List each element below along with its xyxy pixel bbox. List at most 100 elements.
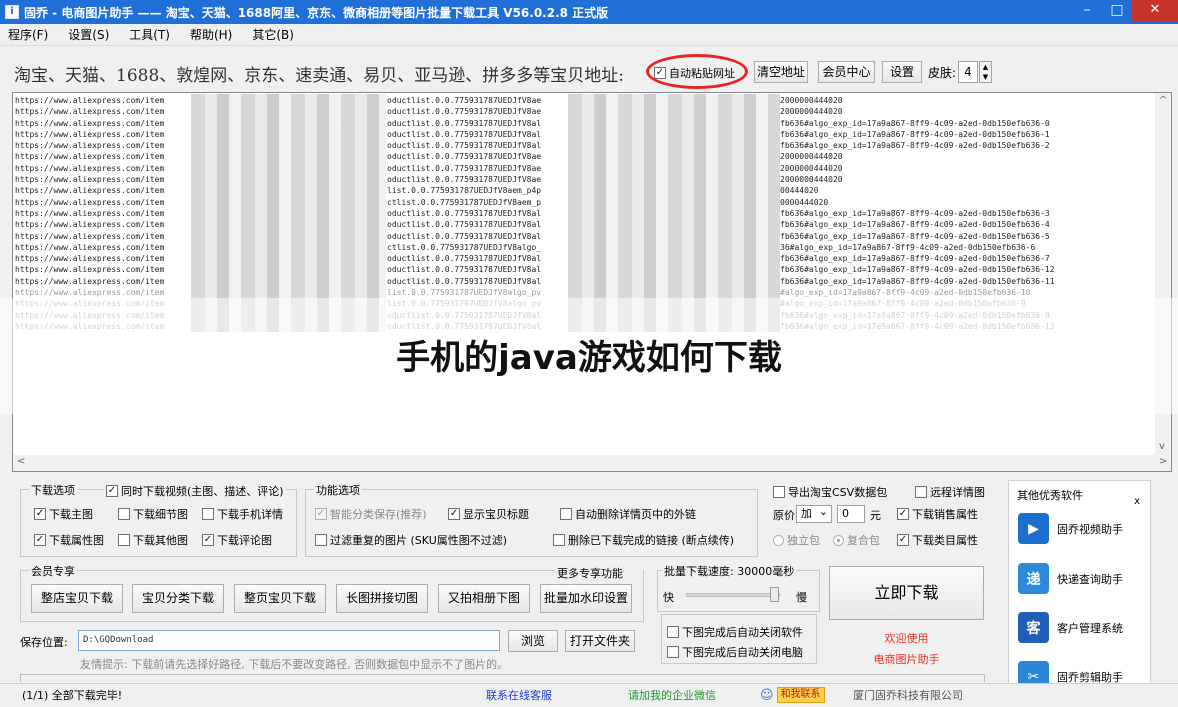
side-item-crm[interactable]: 客 客户管理系统 [1018,612,1123,643]
url-suffix: 2000000444020 [780,163,843,173]
auto-close-app-check[interactable] [667,626,679,638]
download-main-check[interactable]: ✓ [34,508,46,520]
category-download-button[interactable]: 宝贝分类下载 [132,584,224,613]
download-attr-check[interactable]: ✓ [34,534,46,546]
shop-download-button[interactable]: 整店宝贝下载 [31,584,123,613]
url-textarea[interactable]: https://www.aliexpress.com/item oductlist… [12,92,1172,472]
download-review-check[interactable]: ✓ [202,534,214,546]
filter-duplicates-option[interactable]: 过滤重复的图片 (SKU属性图不过滤) [315,532,507,548]
skin-input[interactable]: 4 [958,61,978,83]
auto-shutdown-check[interactable] [667,646,679,658]
delete-finished-check[interactable] [553,534,565,546]
download-attr-option[interactable]: ✓ 下载属性图 [34,532,104,548]
long-image-button[interactable]: 长图拼接切图 [336,584,428,613]
category-attr-option[interactable]: ✓ 下载类目属性 [897,532,978,548]
download-video-check[interactable]: ✓ [106,485,118,497]
download-video-option[interactable]: ✓ 同时下载视频(主图、描述、评论) [104,483,286,499]
price-operator-select[interactable]: 加 ⌄ [796,505,832,523]
scroll-up-icon[interactable]: ^ [1159,95,1167,106]
close-icon[interactable]: x [1134,496,1140,507]
smart-category-option[interactable]: ✓ 智能分类保存(推荐) [315,506,427,522]
side-item-video[interactable]: ▶ 固乔视频助手 [1018,513,1123,544]
download-mobile-label: 下载手机详情 [217,508,283,521]
skin-spinner[interactable]: ▲ ▼ [979,61,992,83]
download-other-option[interactable]: 下载其他图 [118,532,188,548]
remote-detail-check[interactable] [915,486,927,498]
scroll-right-icon[interactable]: > [1159,456,1167,467]
download-detail-option[interactable]: 下载细节图 [118,506,188,522]
composite-package-radio[interactable]: 复合包 [833,532,880,548]
download-mobile-check[interactable] [202,508,214,520]
price-value-input[interactable]: 0 [837,505,865,523]
member-center-button[interactable]: 会员中心 [818,61,875,83]
member-group: 会员专享 更多专享功能>>> 整店宝贝下载 宝贝分类下载 整页宝贝下载 长图拼接… [20,563,644,622]
url-suffix: fb636#algo_exp_id=17a9a867-8ff9-4c09-a2e… [780,276,1055,286]
remote-detail-label: 远程详情图 [930,486,985,499]
remove-links-check[interactable] [560,508,572,520]
url-line: https://www.aliexpress.com/itemoductlist… [15,95,1055,106]
url-line: https://www.aliexpress.com/itemoductlist… [15,208,1055,219]
minimize-button[interactable]: – [1072,0,1102,22]
export-csv-option[interactable]: 导出淘宝CSV数据包 [773,484,887,500]
remote-detail-option[interactable]: 远程详情图 [915,484,985,500]
url-suffix: fb636#algo_exp_id=17a9a867-8ff9-4c09-a2e… [780,254,1050,264]
save-path-input[interactable]: D:\GQDownload [78,630,500,651]
close-button[interactable]: ✕ [1132,0,1178,22]
delete-finished-option[interactable]: 删除已下载完成的链接 (断点续传) [553,532,734,548]
sales-attr-option[interactable]: ✓ 下载销售属性 [897,506,978,522]
auto-close-app-option[interactable]: 下图完成后自动关闭软件 [667,624,803,640]
show-title-check[interactable]: ✓ [448,508,460,520]
filter-duplicates-check[interactable] [315,534,327,546]
contact-me-button[interactable]: ☺ 和我联系 [760,687,825,703]
settings-button[interactable]: 设置 [882,61,922,83]
sales-attr-check[interactable]: ✓ [897,508,909,520]
category-attr-check[interactable]: ✓ [897,534,909,546]
youpai-download-button[interactable]: 又拍相册下图 [438,584,530,613]
url-line: https://www.aliexpress.com/item ctlist.0.… [15,197,1055,208]
url-line: https://www.aliexpress.com/itemoductlist… [15,276,1055,287]
auto-shutdown-option[interactable]: 下图完成后自动关闭电脑 [667,644,803,660]
smiley-icon: ☺ [760,687,774,703]
download-now-button[interactable]: 立即下载 [829,566,984,620]
clear-address-button[interactable]: 清空地址 [754,61,808,83]
download-detail-check[interactable] [118,508,130,520]
menu-settings[interactable]: 设置(S) [68,26,109,43]
maximize-button[interactable]: □ [1102,0,1132,22]
download-video-label: 同时下载视频(主图、描述、评论) [121,485,284,498]
scroll-down-icon[interactable]: v [1159,441,1165,452]
speed-slider-track[interactable] [686,593,780,597]
scroll-left-icon[interactable]: < [17,456,25,467]
contact-service-link[interactable]: 联系在线客服 [486,687,552,703]
annotation-ellipse [646,54,748,89]
welcome-line1: 欢迎使用 [884,632,929,645]
side-item-express[interactable]: 递 快递查询助手 [1018,563,1123,594]
download-other-check[interactable] [118,534,130,546]
composite-radio-dot[interactable] [833,534,844,546]
remove-links-option[interactable]: 自动删除详情页中的外链 [560,506,696,522]
standalone-radio-dot[interactable] [773,534,784,546]
menu-program[interactable]: 程序(F) [8,26,48,43]
export-csv-check[interactable] [773,486,785,498]
menu-other[interactable]: 其它(B) [252,26,294,43]
horizontal-scrollbar[interactable]: < > [13,455,1171,471]
speed-slider-thumb[interactable] [770,587,779,602]
download-mobile-option[interactable]: 下载手机详情 [202,506,283,522]
download-review-option[interactable]: ✓ 下载评论图 [202,532,272,548]
show-title-option[interactable]: ✓ 显示宝贝标题 [448,506,529,522]
menu-tools[interactable]: 工具(T) [129,26,170,43]
wechat-link[interactable]: 请加我的企业微信 [628,687,716,703]
page-download-button[interactable]: 整页宝贝下载 [234,584,326,613]
url-line: https://www.aliexpress.com/itemoductlist… [15,163,1055,174]
mosaic-blur [568,94,780,332]
side-item-label: 固乔视频助手 [1057,522,1123,536]
menu-help[interactable]: 帮助(H) [190,26,232,43]
browse-button[interactable]: 浏览 [508,630,558,652]
download-main-option[interactable]: ✓ 下载主图 [34,506,93,522]
url-suffix: 36#algo_exp_id=17a9a867-8ff9-4c09-a2ed-0… [780,242,1036,252]
standalone-package-radio[interactable]: 独立包 [773,532,820,548]
url-suffix: 2000000444020 [780,152,843,162]
watermark-button[interactable]: 批量加水印设置 [540,584,632,613]
open-folder-button[interactable]: 打开文件夹 [565,630,635,652]
member-title: 会员专享 [29,563,77,579]
smart-category-check[interactable]: ✓ [315,508,327,520]
